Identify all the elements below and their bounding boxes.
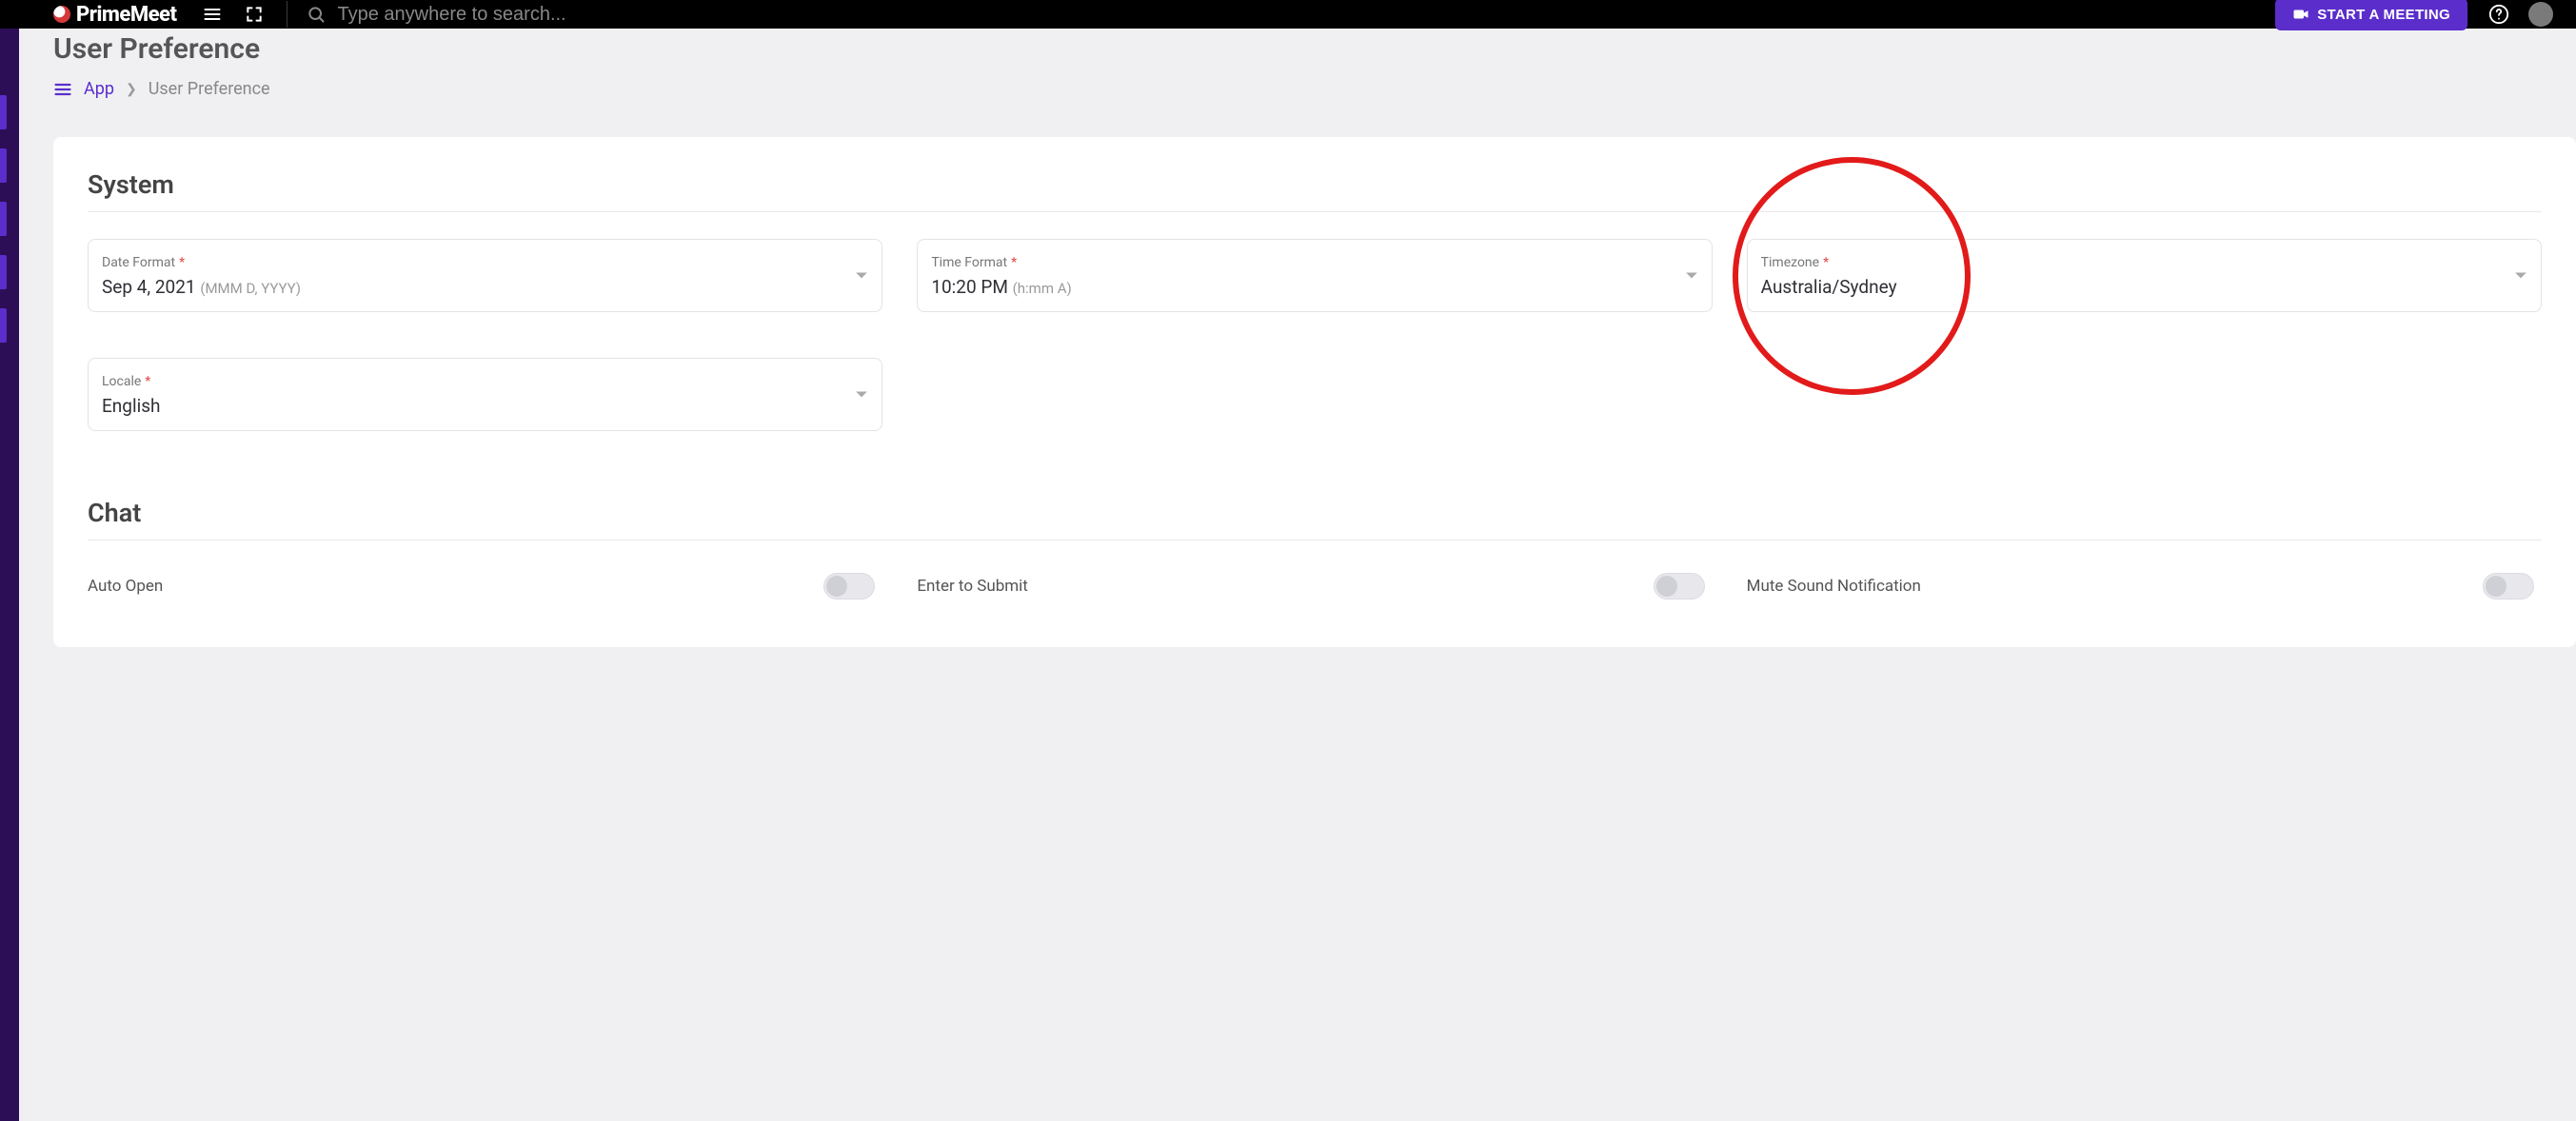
date-format-select[interactable]: Date Format * Sep 4, 2021 (MMM D, YYYY) [88,239,882,312]
required-mark: * [179,255,185,270]
timezone-label: Timezone [1761,255,1819,270]
system-row-2: Locale * English [88,358,2542,431]
time-format-value: 10:20 PM [931,276,1008,298]
sidebar-indicator [0,308,7,343]
avatar[interactable] [2528,2,2553,27]
locale-value: English [102,395,160,417]
mute-sound-label: Mute Sound Notification [1747,577,1921,596]
brand-name: PrimeMeet [76,3,176,27]
enter-submit-toggle[interactable] [1654,573,1705,600]
enter-submit-label: Enter to Submit [917,577,1028,596]
chat-toggle-row: Auto Open Enter to Submit Mute Sound Not… [88,567,2542,600]
breadcrumb-root-link[interactable]: App [84,79,114,99]
auto-open-toggle[interactable] [823,573,875,600]
time-format-label: Time Format [931,255,1007,270]
logo-icon [53,6,70,23]
mute-sound-field: Mute Sound Notification [1747,573,2542,600]
start-meeting-label: START A MEETING [2317,7,2450,23]
locale-select[interactable]: Locale * English [88,358,882,431]
auto-open-field: Auto Open [88,573,882,600]
brand-logo: PrimeMeet [53,3,176,27]
menu-toggle-icon[interactable] [203,5,222,24]
breadcrumb: App ❯ User Preference [53,79,2542,99]
auto-open-label: Auto Open [88,577,163,596]
chevron-down-icon [855,269,868,283]
required-mark: * [1011,255,1017,270]
sidebar-indicator [0,95,7,129]
date-format-label: Date Format [102,255,175,270]
start-meeting-button[interactable]: START A MEETING [2275,0,2467,30]
mute-sound-toggle[interactable] [2483,573,2534,600]
page-title: User Preference [53,32,2542,66]
section-title-chat: Chat [88,498,2542,541]
chevron-down-icon [1685,269,1698,283]
chevron-down-icon [2514,269,2527,283]
system-row-1: Date Format * Sep 4, 2021 (MMM D, YYYY) … [88,239,2542,312]
fullscreen-icon[interactable] [245,5,264,24]
settings-card: System Date Format * Sep 4, 2021 (MMM D,… [53,137,2576,647]
time-format-select[interactable]: Time Format * 10:20 PM (h:mm A) [917,239,1712,312]
enter-submit-field: Enter to Submit [917,573,1712,600]
video-icon [2292,6,2309,23]
page-body: User Preference App ❯ User Preference Sy… [19,0,2576,647]
required-mark: * [1823,255,1829,270]
breadcrumb-current: User Preference [149,79,270,99]
chevron-down-icon [855,388,868,402]
topbar: PrimeMeet START A MEETING [0,0,2576,29]
help-icon[interactable] [2488,4,2509,25]
timezone-value: Australia/Sydney [1761,276,1897,298]
sidebar-indicator [0,202,7,236]
search-icon [307,5,326,24]
sidebar-strip [0,0,19,1121]
locale-label: Locale [102,374,141,389]
date-format-hint: (MMM D, YYYY) [200,280,301,297]
chevron-right-icon: ❯ [126,82,137,97]
date-format-value: Sep 4, 2021 [102,276,196,298]
section-title-system: System [88,169,2542,212]
sidebar-indicator [0,255,7,289]
global-search[interactable] [307,4,2275,26]
page-header: User Preference App ❯ User Preference [19,29,2576,137]
breadcrumb-menu-icon[interactable] [53,80,72,99]
time-format-hint: (h:mm A) [1013,280,1072,297]
search-input[interactable] [337,4,661,26]
sidebar-indicator [0,148,7,183]
required-mark: * [145,374,150,389]
timezone-select[interactable]: Timezone * Australia/Sydney [1747,239,2542,312]
